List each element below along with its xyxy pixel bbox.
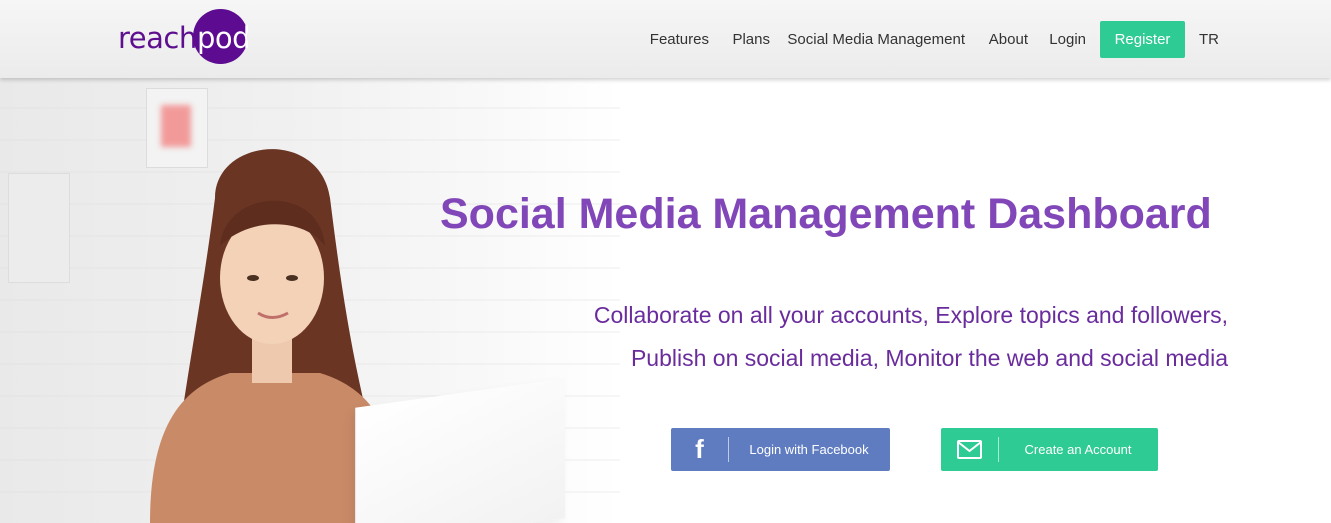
login-with-facebook-button[interactable]: f Login with Facebook (671, 428, 890, 471)
register-button[interactable]: Register (1100, 21, 1185, 58)
nav-plans[interactable]: Plans (732, 21, 770, 58)
nav-features[interactable]: Features (650, 21, 709, 58)
create-account-button[interactable]: Create an Account (941, 428, 1158, 471)
hero-section: Social Media Management Dashboard Collab… (0, 78, 1331, 523)
nav-social-media-management[interactable]: Social Media Management (787, 21, 965, 58)
facebook-icon: f (695, 434, 704, 464)
login-with-facebook-label: Login with Facebook (749, 442, 869, 457)
reachpod-logo[interactable]: reach pod (118, 9, 251, 67)
hero-subtitle-line1: Collaborate on all your accounts, Explor… (593, 302, 1228, 328)
nav-login[interactable]: Login (1049, 21, 1086, 58)
nav-about[interactable]: About (989, 21, 1028, 58)
language-toggle[interactable]: TR (1199, 21, 1219, 58)
hero-title: Social Media Management Dashboard (440, 190, 1212, 238)
site-header: reach pod Features Plans Social Media Ma… (0, 0, 1331, 78)
logo-text-pod: pod (197, 21, 251, 55)
hero-subtitle-line2: Publish on social media, Monitor the web… (630, 345, 1228, 371)
envelope-icon (941, 428, 998, 471)
create-account-label: Create an Account (1024, 442, 1132, 457)
wall-paper-sheet (8, 173, 70, 283)
logo-text-reach: reach (118, 21, 197, 55)
